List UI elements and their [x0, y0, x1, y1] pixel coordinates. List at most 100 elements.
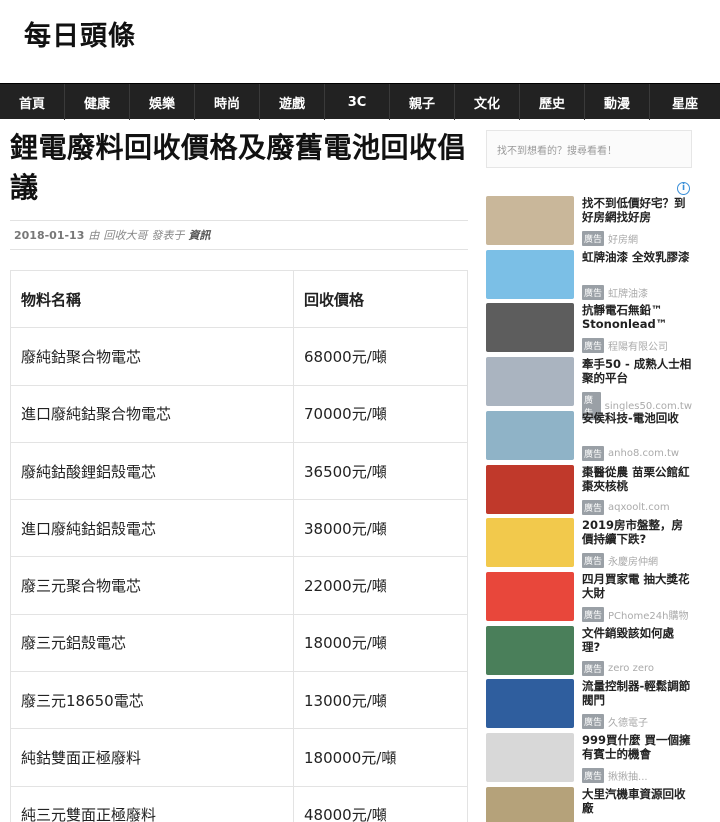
table-row: 純鈷雙面正極廢料 180000元/噸 [10, 728, 468, 787]
price-cell: 22000元/噸 [293, 556, 468, 615]
ad-item[interactable]: 棗醫從農 苗栗公館紅棗夾核桃廣告 aqxoolt.com [486, 464, 692, 518]
ad-thumbnail[interactable] [486, 303, 574, 353]
ad-item[interactable]: 文件銷毀該如何處理? 廣告 zero zero [486, 625, 692, 679]
price-cell: 180000元/噸 [293, 728, 468, 787]
nav-item-4[interactable]: 遊戲 [260, 84, 325, 120]
ad-title[interactable]: 大里汽機車資源回收廠 [582, 787, 692, 815]
table-header-row: 物料名稱 回收價格 [10, 269, 468, 329]
ad-source-name: 好房網 [608, 235, 639, 246]
nav-item-2[interactable]: 娛樂 [130, 84, 195, 120]
ad-source: 廣告 aqxoolt.com [582, 499, 670, 515]
meta-published-in: 發表于 [151, 229, 185, 242]
ad-title[interactable]: 四月買家電 抽大獎花大財 [582, 572, 692, 600]
info-icon[interactable]: i [677, 182, 690, 195]
article-author[interactable]: 回收大哥 [103, 227, 147, 243]
search-input[interactable]: 找不到想看的？搜尋看看！ [486, 130, 692, 168]
ad-badge: 廣告 [582, 553, 605, 569]
nav-item-9[interactable]: 動漫 [585, 84, 650, 120]
nav-item-0[interactable]: 首頁 [0, 84, 65, 120]
price-cell: 36500元/噸 [293, 441, 468, 501]
ad-source: 廣告 程陽有限公司 [582, 338, 669, 354]
table-row: 純三元雙面正極廢料 48000元/噸 [10, 785, 468, 822]
ad-item[interactable]: 2019房市盤整，房價持續下跌? 廣告 永慶房仲網 [486, 518, 692, 571]
ad-source: 廣告 久德電子 [582, 714, 649, 730]
ad-title[interactable]: 抗靜電石無鉛™ Stononlead™ [582, 303, 692, 331]
article-title: 鋰電廢料回收價格及廢舊電池回收倡議 [10, 131, 467, 204]
ad-item[interactable]: 牽手50 - 成熟人士相聚的平台 廣告 singles50.com.tw [486, 357, 692, 421]
ad-item[interactable]: 抗靜電石無鉛™ Stononlead™ 廣告 程陽有限公司 [486, 303, 692, 356]
ad-source-name: 揪揪抽... [608, 772, 648, 783]
article-date: 2018-01-13 [14, 228, 85, 242]
ad-title[interactable]: 999買什麼 買一個擁有賓士的機會 [582, 733, 692, 761]
price-table: 物料名稱 回收價格 廢純鈷聚合物電芯 68000元/噸 進口廢純鈷聚合物電芯 7000… [10, 269, 468, 822]
table-header-material: 物料名稱 [10, 269, 294, 329]
nav-item-1[interactable]: 健康 [65, 84, 130, 120]
table-row: 廢純鈷聚合物電芯 68000元/噸 [10, 327, 468, 386]
ad-badge: 廣告 [582, 768, 605, 783]
nav-item-10[interactable]: 星座 [650, 84, 720, 120]
article-category[interactable]: 資訊 [188, 227, 210, 243]
ad-title[interactable]: 安侯科技-電池回收 [582, 411, 692, 425]
ad-item[interactable]: 虹牌油漆 全效乳膠漆 廣告 虹牌油漆 [486, 249, 692, 303]
ad-title[interactable]: 找不到低價好宅？到好房網找好房 [582, 196, 692, 224]
ad-thumbnail[interactable] [486, 571, 574, 621]
ad-title[interactable]: 流量控制器-輕鬆調節閥門 [582, 679, 692, 707]
article-meta: 2018-01-13 由 回收大哥 發表于 資訊 [10, 220, 468, 250]
table-row: 廢三元鋁殼電芯 18000元/噸 [10, 613, 468, 673]
price-cell: 68000元/噸 [293, 327, 468, 386]
ad-thumbnail[interactable] [486, 625, 574, 675]
ad-title[interactable]: 虹牌油漆 全效乳膠漆 [582, 250, 692, 264]
ad-badge: 廣告 [582, 231, 605, 246]
ad-source-name: 永慶房仲網 [608, 557, 659, 569]
table-row: 廢純鈷酸鋰鋁殼電芯 36500元/噸 [10, 441, 468, 501]
nav-item-7[interactable]: 文化 [455, 84, 520, 120]
ad-badge: 廣告 [582, 660, 605, 676]
ad-panel: i 找不到低價好宅？到好房網找好房 廣告 好房網 虹牌油漆 全效乳膠漆 廣告 虹牌油漆 抗靜… [486, 182, 692, 822]
ad-source-name: anho8.com.tw [608, 447, 680, 459]
ad-title[interactable]: 牽手50 - 成熟人士相聚的平台 [582, 357, 692, 385]
material-name-cell: 廢純鈷聚合物電芯 [10, 327, 294, 386]
material-name-cell: 純三元雙面正極廢料 [10, 785, 294, 822]
table-row: 進口廢純鈷鋁殼電芯 38000元/噸 [10, 499, 468, 558]
meta-by: 由 [88, 229, 100, 242]
ad-badge: 廣告 [582, 284, 605, 300]
ad-item[interactable]: 找不到低價好宅？到好房網找好房廣告 好房網 [486, 196, 692, 249]
ad-title[interactable]: 文件銷毀該如何處理? [582, 626, 692, 654]
table-row: 廢三元18650電芯 13000元/噸 [10, 671, 468, 730]
ad-thumbnail[interactable] [486, 249, 574, 299]
ad-item[interactable]: 流量控制器-輕鬆調節閥門廣告 久德電子 [486, 679, 692, 732]
ad-item[interactable]: 安侯科技-電池回收 廣告 anho8.com.tw [486, 410, 692, 464]
ad-thumbnail[interactable] [486, 679, 574, 729]
material-name-cell: 進口廢純鈷鋁殼電芯 [10, 499, 294, 558]
ad-title[interactable]: 棗醫從農 苗栗公館紅棗夾核桃 [582, 465, 692, 493]
ad-thumbnail[interactable] [486, 786, 574, 822]
ad-thumbnail[interactable] [486, 357, 574, 407]
nav-item-6[interactable]: 親子 [390, 84, 455, 120]
ad-source-name: 久德電子 [608, 718, 649, 730]
ad-source: 廣告 anho8.com.tw [582, 445, 680, 461]
ad-item[interactable]: 999買什麼 買一個擁有賓士的機會廣告 揪揪抽... [486, 733, 692, 786]
ad-badge: 廣告 [582, 606, 605, 622]
ad-source: 廣告 揪揪抽... [582, 768, 648, 783]
table-header-price: 回收價格 [293, 269, 468, 329]
ad-thumbnail[interactable] [486, 196, 574, 245]
ad-title[interactable]: 2019房市盤整，房價持續下跌? [582, 518, 692, 546]
material-name-cell: 廢三元聚合物電芯 [10, 556, 294, 615]
ad-thumbnail[interactable] [486, 410, 574, 460]
nav-item-5[interactable]: 3C [325, 84, 390, 120]
nav-item-8[interactable]: 歷史 [520, 84, 585, 120]
ad-source-name: 程陽有限公司 [608, 342, 669, 354]
main-nav: 首頁 健康 娛樂 時尚 遊戲 3C 親子 文化 歷史 動漫 星座 [0, 83, 720, 120]
material-name-cell: 廢三元鋁殼電芯 [10, 613, 294, 673]
ad-item[interactable]: 四月買家電 抽大獎花大財 廣告 PChome24h購物 [486, 571, 692, 625]
material-name-cell: 廢三元18650電芯 [10, 671, 294, 730]
price-cell: 70000元/噸 [293, 384, 468, 443]
site-title[interactable]: 每日頭條 [24, 14, 136, 53]
nav-item-3[interactable]: 時尚 [195, 84, 260, 120]
ad-badge: 廣告 [582, 499, 605, 515]
ad-thumbnail[interactable] [486, 464, 574, 514]
ad-thumbnail[interactable] [486, 733, 574, 782]
ad-item[interactable]: 大里汽機車資源回收廠 [486, 786, 692, 822]
price-cell: 38000元/噸 [293, 499, 468, 558]
ad-thumbnail[interactable] [486, 518, 574, 568]
